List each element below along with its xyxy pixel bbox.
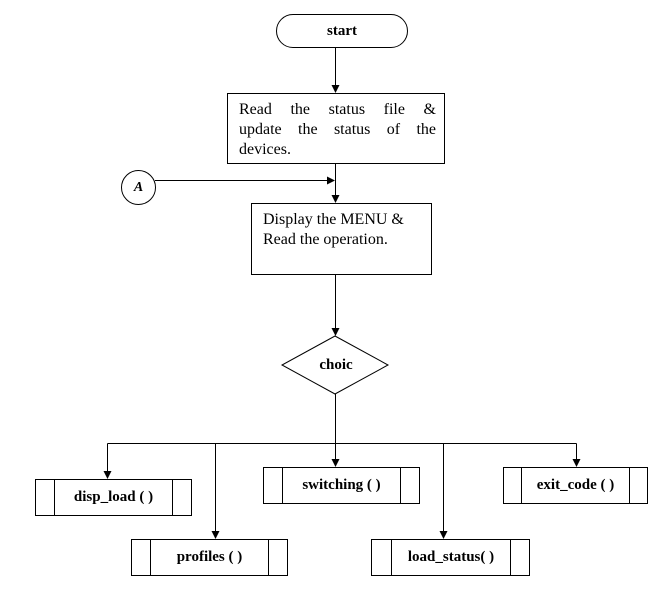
choice-decision-label: choic xyxy=(300,352,372,378)
connector-a-label: A xyxy=(133,179,144,195)
display-menu-line-2: Read the operation. xyxy=(263,231,388,248)
switching-label: switching ( ) xyxy=(302,477,381,493)
display-menu-line-1: Display the MENU & xyxy=(263,211,404,228)
subprocess-left-bar xyxy=(36,480,55,515)
start-label: start xyxy=(327,22,357,39)
read-status-line-2: update the status of the xyxy=(239,121,436,138)
subprocess-right-bar xyxy=(629,468,647,503)
subprocess-right-bar xyxy=(510,540,529,575)
profiles-subprocess: profiles ( ) xyxy=(131,539,288,576)
start-terminator: start xyxy=(276,14,408,48)
subprocess-right-bar xyxy=(172,480,191,515)
read-status-line-1: Read the status file & xyxy=(239,101,436,118)
read-status-line-3: devices. xyxy=(239,141,291,158)
subprocess-right-bar xyxy=(400,468,419,503)
subprocess-right-bar xyxy=(268,540,287,575)
exit-code-label: exit_code ( ) xyxy=(536,477,615,493)
disp-load-label: disp_load ( ) xyxy=(73,489,154,505)
choice-label: choic xyxy=(319,356,353,373)
read-status-process: Read the status file & update the status… xyxy=(227,93,445,164)
exit-code-subprocess: exit_code ( ) xyxy=(503,467,648,504)
off-page-connector-a: A xyxy=(121,170,156,205)
load-status-label: load_status( ) xyxy=(407,549,495,565)
disp-load-subprocess: disp_load ( ) xyxy=(35,479,192,516)
load-status-subprocess: load_status( ) xyxy=(371,539,530,576)
subprocess-left-bar xyxy=(132,540,151,575)
subprocess-left-bar xyxy=(504,468,522,503)
switching-subprocess: switching ( ) xyxy=(263,467,420,504)
subprocess-left-bar xyxy=(372,540,392,575)
profiles-label: profiles ( ) xyxy=(176,549,243,565)
display-menu-process: Display the MENU & Read the operation. xyxy=(251,203,432,275)
subprocess-left-bar xyxy=(264,468,283,503)
